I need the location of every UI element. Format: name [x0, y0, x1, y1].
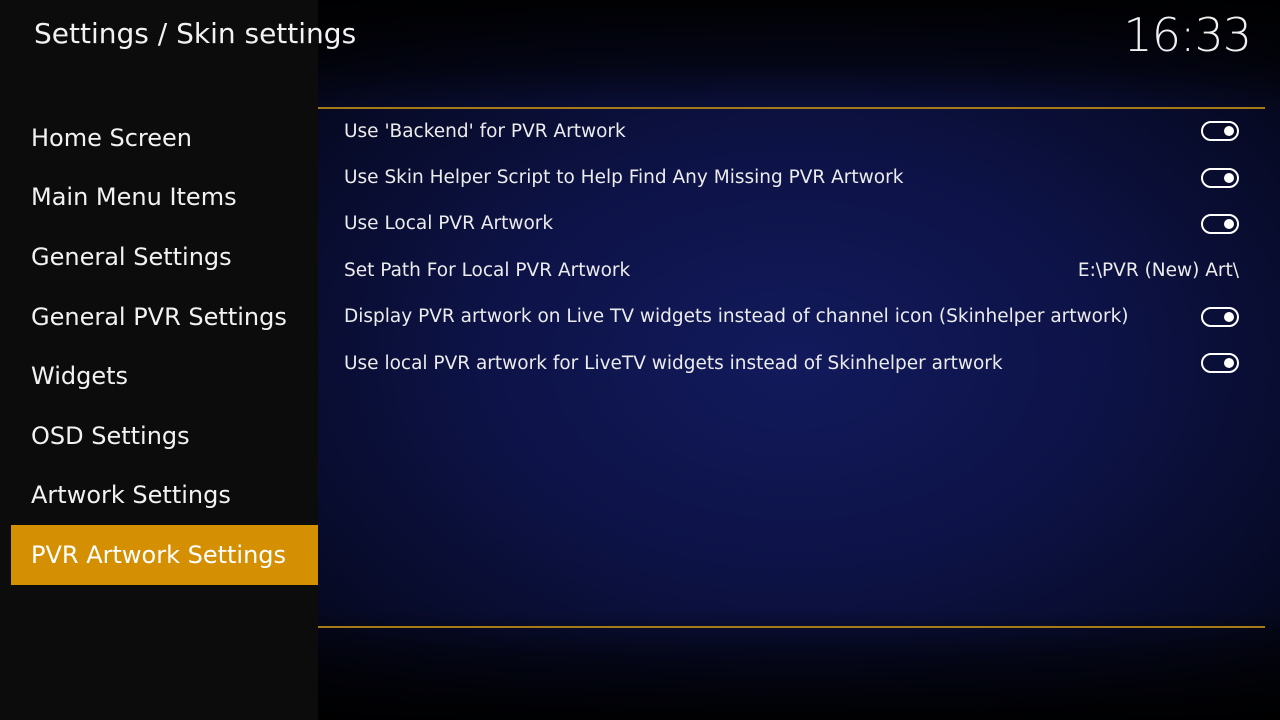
setting-label: Set Path For Local PVR Artwork — [344, 259, 631, 281]
setting-display-pvr-artwork-live-tv[interactable]: Display PVR artwork on Live TV widgets i… — [318, 294, 1265, 340]
menu-item-widgets[interactable]: Widgets — [11, 346, 318, 406]
setting-label: Use Skin Helper Script to Help Find Any … — [344, 167, 904, 189]
menu-item-general-settings[interactable]: General Settings — [11, 227, 318, 287]
toggle-switch[interactable] — [1201, 213, 1239, 234]
menu-item-general-pvr-settings[interactable]: General PVR Settings — [11, 287, 318, 347]
page-title: Settings / Skin settings — [34, 17, 357, 50]
setting-use-local-pvr-artwork[interactable]: Use Local PVR Artwork — [318, 201, 1265, 247]
toggle-switch[interactable] — [1201, 121, 1239, 142]
path-value: E:\PVR (New) Art\ — [1077, 259, 1239, 281]
toggle-knob-icon — [1224, 126, 1234, 137]
setting-label: Use 'Backend' for PVR Artwork — [344, 120, 626, 142]
toggle-knob-icon — [1224, 358, 1234, 369]
setting-label: Use local PVR artwork for LiveTV widgets… — [344, 352, 1003, 374]
setting-use-backend-pvr-artwork[interactable]: Use 'Backend' for PVR Artwork — [318, 108, 1265, 154]
toggle-switch[interactable] — [1201, 167, 1239, 188]
menu-item-main-menu-items[interactable]: Main Menu Items — [11, 168, 318, 228]
menu-item-home-screen[interactable]: Home Screen — [11, 108, 318, 168]
settings-list: Use 'Backend' for PVR Artwork Use Skin H… — [318, 108, 1265, 386]
toggle-switch[interactable] — [1201, 306, 1239, 327]
toggle-switch[interactable] — [1201, 353, 1239, 374]
setting-label: Use Local PVR Artwork — [344, 213, 554, 235]
menu-item-artwork-settings[interactable]: Artwork Settings — [11, 466, 318, 526]
bottom-divider — [318, 626, 1265, 628]
skin-settings-screen: Settings / Skin settings 16:33 Home Scre… — [0, 0, 1280, 720]
clock: 16:33 — [1123, 8, 1252, 62]
menu-item-osd-settings[interactable]: OSD Settings — [11, 406, 318, 466]
toggle-knob-icon — [1224, 218, 1234, 229]
menu-item-pvr-artwork-settings[interactable]: PVR Artwork Settings — [11, 525, 318, 585]
setting-use-skin-helper-script[interactable]: Use Skin Helper Script to Help Find Any … — [318, 154, 1265, 200]
setting-local-pvr-artwork-path[interactable]: Set Path For Local PVR Artwork E:\PVR (N… — [318, 247, 1265, 293]
setting-local-pvr-artwork-livetv-widgets[interactable]: Use local PVR artwork for LiveTV widgets… — [318, 340, 1265, 386]
toggle-knob-icon — [1224, 311, 1234, 322]
category-menu: Home Screen Main Menu Items General Sett… — [11, 108, 318, 585]
setting-label: Display PVR artwork on Live TV widgets i… — [344, 306, 1129, 328]
toggle-knob-icon — [1224, 172, 1234, 183]
